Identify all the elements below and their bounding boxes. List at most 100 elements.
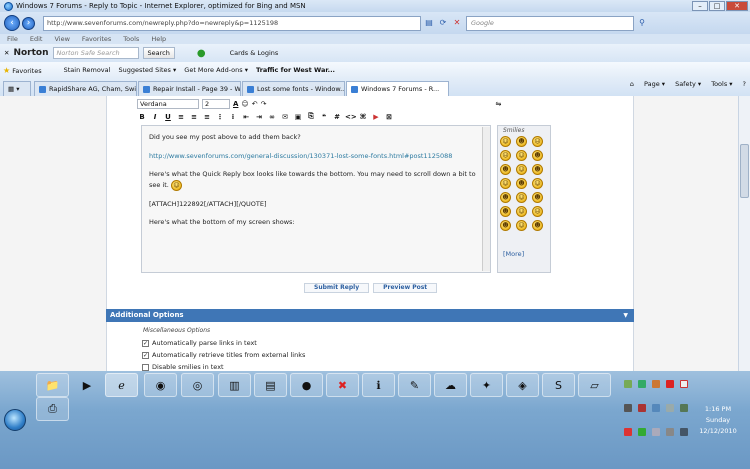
taskbar-clock[interactable]: 1:16 PM Sunday 12/12/2010 [688,404,748,437]
search-icon[interactable]: ⚲ [636,17,648,29]
smiley-icon[interactable]: ☻ [532,164,543,175]
cards-logins-button[interactable]: Cards & Logins [230,49,279,57]
menu-help[interactable]: Help [151,35,166,43]
menu-edit[interactable]: Edit [30,35,43,43]
messenger-taskbar-icon[interactable]: ☁ [434,373,467,397]
menu-view[interactable]: View [54,35,69,43]
compatibility-icon[interactable]: ▤ [423,17,435,29]
chrome-taskbar-icon[interactable]: ◎ [181,373,214,397]
switch-mode-icon[interactable]: ⇋ [495,100,501,108]
smiley-icon[interactable]: ☻ [516,178,527,189]
info-taskbar-icon[interactable]: ℹ [362,373,395,397]
start-button[interactable] [4,409,26,431]
search-input[interactable]: Google [466,15,634,31]
tray-icon[interactable] [638,380,646,388]
blue-app-taskbar-icon[interactable]: ● [290,373,323,397]
tray-icon[interactable] [652,404,660,412]
smiley-icon[interactable]: ☹ [532,206,543,217]
image-icon[interactable]: ▣ [293,113,303,121]
maximize-button[interactable]: □ [709,1,725,11]
smiley-icon[interactable]: ☺ [516,164,527,175]
editor-link[interactable]: http://www.sevenforums.com/general-discu… [149,152,483,162]
printer-taskbar-icon[interactable]: ⎙ [36,397,69,421]
smiley-icon[interactable]: ☻ [532,150,543,161]
norton-check-icon[interactable]: ● [197,48,206,59]
tab-repair-install[interactable]: Repair Install - Page 39 - W... [138,81,241,96]
email-icon[interactable]: ✉ [280,113,290,121]
additional-options-header[interactable]: Additional Options ▼ [106,309,634,322]
html-icon[interactable]: <> [345,113,357,121]
page-menu[interactable]: Page ▾ [644,80,665,88]
smiley-icon[interactable]: ☹ [532,136,543,147]
smiley-icon[interactable]: ☻ [532,192,543,203]
page-scroll-thumb[interactable] [740,144,749,198]
align-right-icon[interactable]: ≡ [202,113,212,121]
redo-icon[interactable]: ↷ [261,100,267,108]
tab-lost-fonts[interactable]: Lost some fonts - Window... [242,81,345,96]
tray-icon[interactable] [624,404,632,412]
folder-taskbar-icon[interactable]: ▱ [578,373,611,397]
text-color-icon[interactable]: A [233,100,238,108]
tray-icon[interactable] [666,428,674,436]
smiley-icon[interactable]: ☺ [532,178,543,189]
help-icon[interactable]: ? [743,80,746,88]
skype-taskbar-icon[interactable]: S [542,373,575,397]
collapse-icon[interactable]: ▼ [623,309,628,322]
game-taskbar-icon[interactable]: ✦ [470,373,503,397]
smiley-icon[interactable]: ☹ [500,150,511,161]
tray-icon[interactable] [638,404,646,412]
more-smilies-link[interactable]: [More] [503,250,524,258]
checkbox-unchecked-icon[interactable] [142,363,149,371]
fav-item-suggested-sites[interactable]: Suggested Sites ▾ [118,66,176,74]
php-icon[interactable]: ⌘ [358,113,368,121]
tray-icon[interactable] [680,428,688,436]
smiley-icon[interactable]: ☺ [516,206,527,217]
smiley-insert-icon[interactable]: ☺ [241,100,248,108]
tray-icon[interactable] [680,380,688,388]
fav-item-stain-removal[interactable]: Stain Removal [64,66,111,74]
notes-taskbar-icon[interactable]: ▤ [254,373,287,397]
explorer-taskbar-icon[interactable]: 📁 [36,373,69,397]
app-taskbar-icon[interactable]: ▥ [218,373,251,397]
code-icon[interactable]: # [332,113,342,121]
tray-icon[interactable] [638,428,646,436]
smiley-icon[interactable]: ☻ [532,220,543,231]
fav-item-traffic[interactable]: Traffic for West War... [256,66,335,74]
smiley-icon[interactable]: ☻ [500,220,511,231]
fav-item-addons[interactable]: Get More Add-ons ▾ [184,66,248,74]
home-icon[interactable]: ⌂ [630,80,634,88]
tray-icon[interactable] [624,380,632,388]
norton-search-input[interactable]: Norton Safe Search [52,47,139,59]
menu-file[interactable]: File [7,35,18,43]
forward-button[interactable]: › [22,16,35,30]
back-button[interactable]: ‹ [4,15,20,31]
paint-taskbar-icon[interactable]: ✎ [398,373,431,397]
underline-icon[interactable]: U [163,113,173,121]
tools-menu[interactable]: Tools ▾ [711,80,732,88]
menu-favorites[interactable]: Favorites [82,35,111,43]
link-icon[interactable]: ∞ [267,113,277,121]
page-scrollbar[interactable] [738,96,750,371]
font-select[interactable]: Verdana [137,98,199,109]
firefox-taskbar-icon[interactable]: ◉ [144,373,177,397]
address-bar[interactable]: http://www.sevenforums.com/newreply.php?… [43,15,421,31]
smiley-icon[interactable]: ☻ [500,164,511,175]
tray-icon[interactable] [652,380,660,388]
checkbox-checked-icon[interactable]: ✓ [142,339,149,347]
refresh-icon[interactable]: ⟳ [437,17,449,29]
numbered-list-icon[interactable]: ⋮ [215,113,225,121]
italic-icon[interactable]: I [150,113,160,121]
preview-post-button[interactable]: Preview Post [373,283,438,293]
tray-icon[interactable] [624,428,632,436]
bold-icon[interactable]: B [137,113,147,121]
ie-taskbar-icon[interactable]: ℯ [105,373,138,397]
option-retrieve-titles[interactable]: ✓ Automatically retrieve titles from exte… [142,351,305,359]
option-parse-links[interactable]: ✓ Automatically parse links in text [142,339,257,347]
message-editor[interactable]: Did you see my post above to add them ba… [141,125,491,273]
align-left-icon[interactable]: ≡ [176,113,186,121]
stop-icon[interactable]: ✕ [451,17,463,29]
checkbox-checked-icon[interactable]: ✓ [142,351,149,359]
outdent-icon[interactable]: ⇤ [241,113,251,121]
tab-rapidshare-page[interactable]: RapidShare AG, Cham, Swi... [34,81,137,96]
spoiler-icon[interactable]: ⊠ [384,113,394,121]
